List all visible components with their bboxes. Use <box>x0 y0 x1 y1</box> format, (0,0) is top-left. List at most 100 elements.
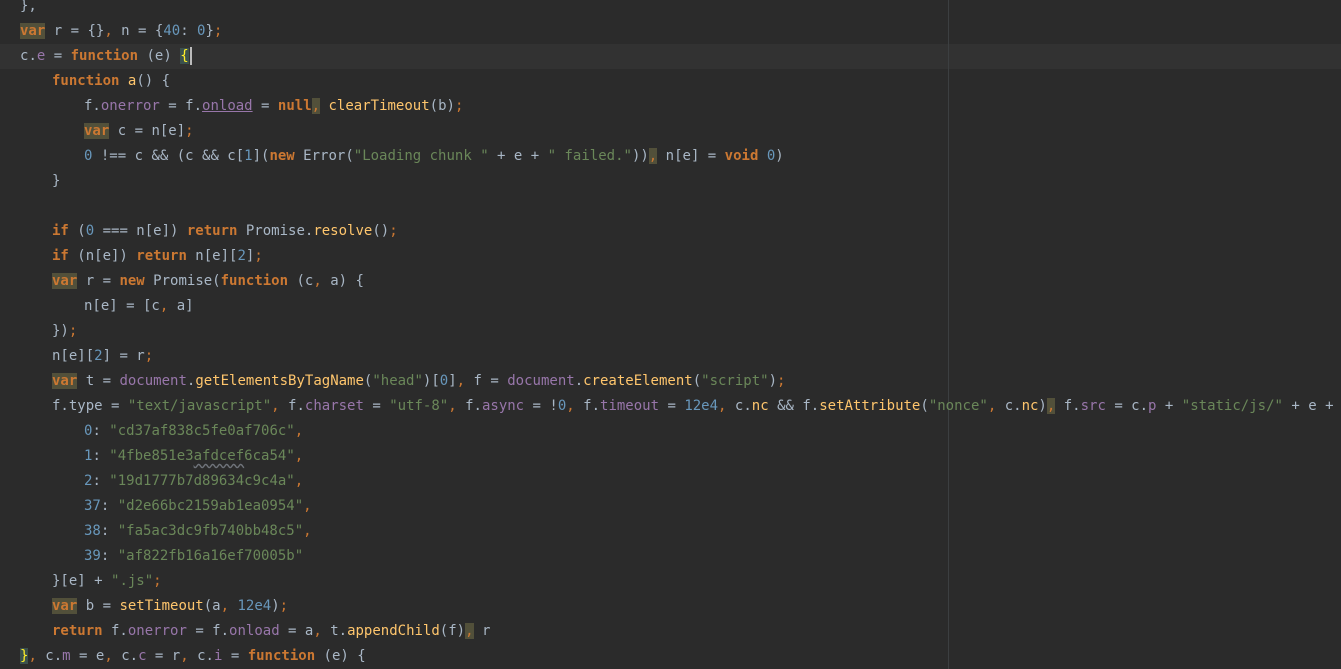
code-token: , <box>648 148 658 164</box>
code-line[interactable]: n[e] = [c, a] <box>20 294 1341 319</box>
code-line[interactable]: }[e] + ".js"; <box>20 569 1341 594</box>
text-caret <box>189 47 192 65</box>
code-token: b = <box>77 598 120 614</box>
code-token: t. <box>321 623 348 639</box>
code-token: c. <box>36 648 63 664</box>
code-token: r <box>473 623 491 639</box>
code-lines[interactable]: }, var r = {}, n = {40: 0}; c.e = function… <box>20 0 1341 669</box>
code-token: ) <box>768 373 778 389</box>
code-token: "af822fb16a16ef70005b" <box>117 548 304 564</box>
code-line[interactable]: var r = new Promise(function (c, a) { <box>20 269 1341 294</box>
code-line[interactable]: var r = {}, n = {40: 0}; <box>20 19 1341 44</box>
code-token: (a <box>203 598 221 614</box>
code-line[interactable]: function a() { <box>20 69 1341 94</box>
code-token: getElementsByTagName <box>195 373 364 389</box>
code-token: = f. <box>186 623 230 639</box>
code-line[interactable] <box>20 194 1341 219</box>
code-token: ".js" <box>111 573 154 589</box>
code-line[interactable]: 0: "cd37af838c5fe0af706c", <box>20 419 1341 444</box>
code-token: ]( <box>252 148 270 164</box>
code-line[interactable]: 39: "af822fb16a16ef70005b" <box>20 544 1341 569</box>
code-token: : <box>100 548 118 564</box>
code-token: 12e4 <box>237 598 272 614</box>
code-line[interactable]: f.type = "text/javascript", f.charset = … <box>20 394 1341 419</box>
code-token: ; <box>68 323 78 339</box>
code-token: = a <box>279 623 314 639</box>
code-token: 1 <box>244 148 253 164</box>
code-token: && f. <box>768 398 820 414</box>
code-token: = <box>102 398 128 414</box>
code-token: f. <box>102 623 128 639</box>
code-token: function <box>247 648 316 664</box>
code-token: var <box>52 273 78 289</box>
code-line[interactable]: }); <box>20 319 1341 344</box>
code-token: (e) { <box>315 648 366 664</box>
code-token: Error( <box>294 148 354 164</box>
code-token: , <box>220 598 230 614</box>
code-token: , <box>313 273 322 289</box>
code-token: 2 <box>94 348 103 364</box>
code-token: ( <box>68 223 86 239</box>
code-editor[interactable]: }, var r = {}, n = {40: 0}; c.e = function… <box>0 0 1341 669</box>
code-token: (b) <box>429 98 455 114</box>
code-line[interactable]: n[e][2] = r; <box>20 344 1341 369</box>
code-line[interactable]: var t = document. getElementsByTagName ("h… <box>20 369 1341 394</box>
code-token: = r <box>146 648 181 664</box>
code-token: } <box>52 173 61 189</box>
code-line[interactable]: 38: "fa5ac3dc9fb740bb48c5", <box>20 519 1341 544</box>
code-token: setTimeout <box>119 598 204 614</box>
code-token: a) { <box>321 273 364 289</box>
code-line[interactable]: return f.onerror = f.onload = a, t.appen… <box>20 619 1341 644</box>
code-token: resolve <box>313 223 373 239</box>
code-line[interactable]: 1: "4fbe851e3afdcef6ca54", <box>20 444 1341 469</box>
code-token: afdcef <box>193 448 245 464</box>
code-token: )[ <box>422 373 440 389</box>
code-token: . <box>28 48 37 64</box>
code-token: ] = r <box>102 348 145 364</box>
code-line[interactable]: 0 !== c && (c && c[1](new Error("Loading… <box>20 144 1341 169</box>
code-token: , <box>313 623 322 639</box>
code-token: { <box>180 48 189 64</box>
code-token: a] <box>168 298 194 314</box>
code-token: ; <box>454 98 464 114</box>
code-token: 2 <box>237 248 246 264</box>
code-token: f. <box>52 398 69 414</box>
code-token: = <box>659 398 685 414</box>
code-token: (c <box>288 273 314 289</box>
code-line[interactable]: if (n[e]) return n[e][2]; <box>20 244 1341 269</box>
code-line[interactable]: }, c.m = e, c.c = r, c.i = function (e) … <box>20 644 1341 669</box>
code-token: + e + <box>1282 398 1341 414</box>
code-line[interactable]: 37: "d2e66bc2159ab1ea0954", <box>20 494 1341 519</box>
code-token: var <box>84 123 110 139</box>
code-token: clearTimeout <box>328 98 430 114</box>
code-token: : <box>92 473 110 489</box>
code-line[interactable]: if (0 === n[e]) return Promise.resolve()… <box>20 219 1341 244</box>
code-token: n = { <box>112 23 164 39</box>
code-line[interactable]: }, <box>20 0 1341 19</box>
code-token: c <box>138 648 147 664</box>
code-token: = <box>252 98 278 114</box>
code-line[interactable]: } <box>20 169 1341 194</box>
code-token: , <box>28 648 37 664</box>
code-line[interactable]: f.onerror = f.onload = null, clearTimeou… <box>20 94 1341 119</box>
code-token: , <box>303 498 312 514</box>
code-line[interactable]: var b = setTimeout(a, 12e4); <box>20 594 1341 619</box>
code-token: , <box>294 448 304 464</box>
code-token: f. <box>279 398 305 414</box>
code-token: void <box>724 148 759 164</box>
code-token: = <box>45 48 71 64</box>
code-token: c. <box>726 398 752 414</box>
code-line[interactable]: c.e = function (e) { <box>20 44 1341 69</box>
code-token: type <box>68 398 103 414</box>
code-token: , <box>448 398 457 414</box>
code-line[interactable]: 2: "19d1777b7d89634c9c4a", <box>20 469 1341 494</box>
code-token: , <box>271 398 280 414</box>
code-token: setAttribute <box>819 398 921 414</box>
code-token: ( <box>920 398 929 414</box>
code-token: 38 <box>84 523 101 539</box>
code-token: (f) <box>439 623 466 639</box>
code-token: ; <box>185 123 194 139</box>
code-line[interactable]: var c = n[e]; <box>20 119 1341 144</box>
